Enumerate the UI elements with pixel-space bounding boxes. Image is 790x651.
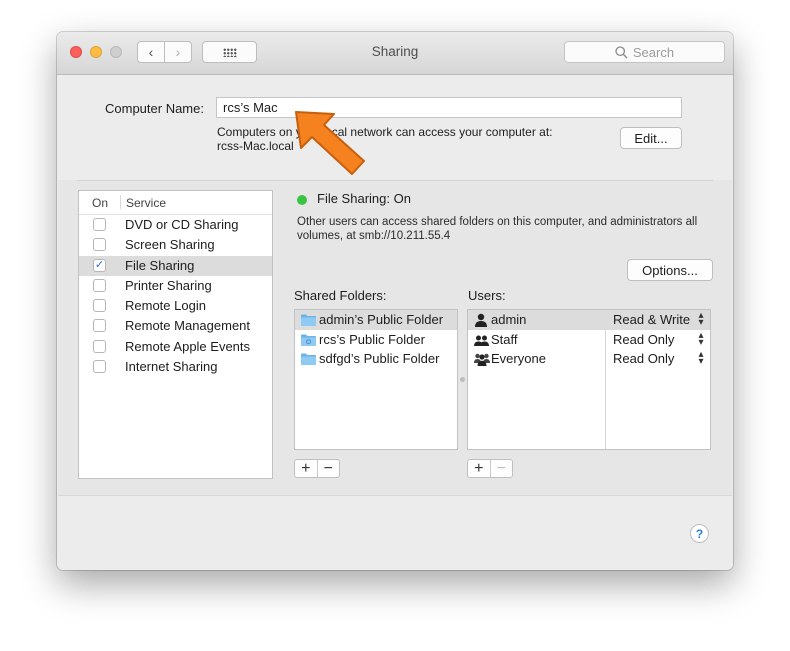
divider [77,180,713,181]
checkbox[interactable] [93,360,106,374]
folder-name: admin’s Public Folder [319,312,444,327]
search-icon [615,45,628,58]
search-field[interactable]: Search [564,41,725,63]
help-button[interactable]: ? [690,524,709,543]
checkbox[interactable] [93,299,106,313]
user-row[interactable]: admin Read & Write ▴ ▾ [468,310,710,330]
divider [58,495,732,496]
folder-row[interactable]: admin’s Public Folder [295,310,457,330]
folder-add-remove-control: + − [294,459,340,478]
options-button[interactable]: Options... [627,259,713,281]
remove-folder-button[interactable]: − [316,460,340,477]
file-sharing-description: Other users can access shared folders on… [297,216,698,242]
service-row-file-sharing[interactable]: ✓ File Sharing [79,255,272,276]
service-label: DVD or CD Sharing [125,217,239,232]
add-folder-button[interactable]: + [295,460,317,477]
updown-arrows-icon[interactable]: ▴ ▾ [696,350,706,367]
service-row-internet-sharing[interactable]: Internet Sharing [79,357,272,377]
edit-button[interactable]: Edit... [620,127,682,149]
folder-icon [301,353,316,365]
network-access-text: Computers on your local network can acce… [217,125,553,139]
users-label: Users: [468,288,506,303]
user-name: admin [491,312,527,327]
computer-name-description: Computers on your local network can acce… [217,125,552,153]
user-add-remove-control: + − [467,459,513,478]
service-column-header[interactable]: Service [126,196,166,210]
updown-arrows-icon[interactable]: ▴ ▾ [696,330,706,347]
group-icon [474,335,489,346]
updown-arrows-icon[interactable]: ▴ ▾ [696,311,706,328]
service-label: File Sharing [125,257,195,273]
user-name: Everyone [491,351,546,366]
computer-name-label: Computer Name: [105,101,204,116]
status-indicator [297,195,307,205]
service-row-remote-login[interactable]: Remote Login [79,296,272,316]
folder-row[interactable]: rcs’s Public Folder [295,330,457,350]
shared-folders-label: Shared Folders: [294,288,387,303]
sharing-window: ‹ › Sharing Search Computer Name: rcs’s … [57,32,733,570]
permission-select[interactable]: Read & Write [613,312,690,327]
add-user-button[interactable]: + [468,460,490,477]
single-user-icon [475,313,487,327]
title-bar: ‹ › Sharing Search [57,32,733,75]
checkbox[interactable] [93,238,106,252]
service-row-dvd-cd-sharing[interactable]: DVD or CD Sharing [79,215,272,235]
permission-select[interactable]: Read Only [613,332,674,347]
file-sharing-status: File Sharing: On [317,191,411,206]
shared-folders-list: admin’s Public Folder rcs’s Public Folde… [294,309,458,450]
everyone-icon [474,353,490,366]
service-row-printer-sharing[interactable]: Printer Sharing [79,276,272,296]
local-hostname: rcss-Mac.local [217,139,294,153]
service-label: Remote Login [125,298,206,314]
folder-icon [301,334,316,346]
service-row-remote-management[interactable]: Remote Management [79,316,272,336]
list-splitter-handle[interactable] [460,377,465,382]
column-divider [120,195,121,209]
folder-icon [301,314,316,326]
annotation-arrow-icon [295,111,365,175]
computer-name-field[interactable]: rcs’s Mac [216,97,682,118]
service-list-header: On Service [79,191,272,215]
folder-name: rcs’s Public Folder [319,331,425,347]
folder-name: sdfgd’s Public Folder [319,351,440,366]
service-label: Internet Sharing [125,359,218,375]
remove-user-button[interactable]: − [489,460,513,477]
service-row-screen-sharing[interactable]: Screen Sharing [79,235,272,255]
permission-select[interactable]: Read Only [613,351,674,366]
service-row-remote-apple-events[interactable]: Remote Apple Events [79,337,272,357]
service-list: On Service DVD or CD Sharing Screen Shar… [78,190,273,479]
service-label: Printer Sharing [125,277,212,293]
service-label: Remote Apple Events [125,338,251,354]
checkbox[interactable] [93,278,106,292]
checkbox[interactable]: ✓ [93,258,106,272]
checkbox[interactable] [93,319,106,333]
service-label: Screen Sharing [125,237,215,253]
checkbox[interactable] [93,218,106,231]
users-list: admin Read & Write ▴ ▾ Staff Read Only ▴ ▾ [467,309,711,450]
checkmark-icon: ✓ [94,258,105,271]
checkbox[interactable] [93,339,106,353]
search-placeholder: Search [632,44,675,60]
user-row[interactable]: Staff Read Only ▴ ▾ [468,330,710,350]
folder-row[interactable]: sdfgd’s Public Folder [295,349,457,369]
user-row[interactable]: Everyone Read Only ▴ ▾ [468,349,710,369]
service-label: Remote Management [125,318,251,334]
user-name: Staff [491,331,518,347]
on-column-header[interactable]: On [92,196,108,210]
